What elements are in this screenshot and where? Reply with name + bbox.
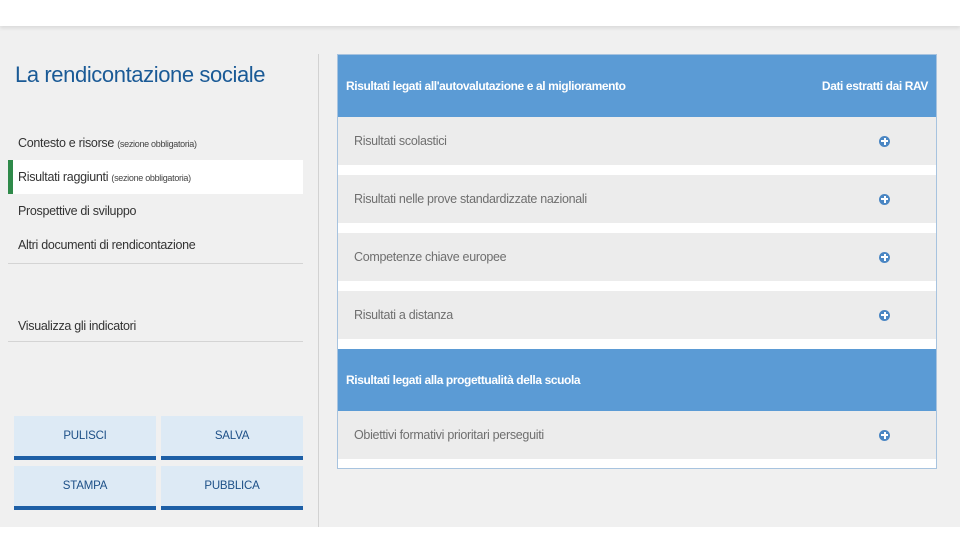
sidebar-item-prospettive[interactable]: Prospettive di sviluppo — [8, 194, 303, 228]
result-label: Risultati nelle prove standardizzate naz… — [354, 192, 587, 206]
column-separator — [318, 54, 319, 527]
plus-circle-icon[interactable] — [879, 135, 890, 147]
result-row-distanza[interactable]: Risultati a distanza — [338, 291, 936, 339]
section-title: Risultati legati alla progettualità dell… — [346, 373, 581, 387]
plus-circle-icon[interactable] — [879, 309, 890, 321]
sidebar-item-note: (sezione obbligatoria) — [111, 173, 191, 183]
pulisci-button[interactable]: PULISCI — [14, 416, 156, 460]
visualizza-indicatori-link[interactable]: Visualizza gli indicatori — [18, 309, 136, 343]
result-row-scolastici[interactable]: Risultati scolastici — [338, 117, 936, 165]
sidebar-item-note: (sezione obbligatoria) — [117, 139, 197, 149]
sidebar-item-label: Contesto e risorse — [18, 136, 115, 150]
result-label: Risultati a distanza — [354, 308, 453, 322]
result-label: Obiettivi formativi prioritari perseguit… — [354, 428, 544, 442]
sidebar-item-contesto[interactable]: Contesto e risorse (sezione obbligatoria… — [8, 126, 303, 160]
plus-circle-icon[interactable] — [879, 429, 890, 441]
section-title: Risultati legati all'autovalutazione e a… — [346, 79, 626, 93]
salva-button[interactable]: SALVA — [161, 416, 303, 460]
pubblica-button[interactable]: PUBBLICA — [161, 466, 303, 510]
sidebar-divider — [8, 341, 303, 342]
section-header-autovalutazione: Risultati legati all'autovalutazione e a… — [338, 55, 936, 117]
section-header-progettualita: Risultati legati alla progettualità dell… — [338, 349, 936, 411]
plus-circle-icon[interactable] — [879, 193, 890, 205]
stampa-button[interactable]: STAMPA — [14, 466, 156, 510]
result-row-prove-standardizzate[interactable]: Risultati nelle prove standardizzate naz… — [338, 175, 936, 223]
sidebar-nav: Contesto e risorse (sezione obbligatoria… — [8, 126, 303, 262]
plus-circle-icon[interactable] — [879, 251, 890, 263]
sidebar-item-altri-documenti[interactable]: Altri documenti di rendicontazione — [8, 228, 303, 262]
results-panel: Risultati legati all'autovalutazione e a… — [337, 54, 937, 469]
result-row-competenze[interactable]: Competenze chiave europee — [338, 233, 936, 281]
page-title: La rendicontazione sociale — [15, 62, 266, 87]
sidebar-divider — [8, 263, 303, 264]
result-label: Risultati scolastici — [354, 134, 447, 148]
sidebar-item-risultati[interactable]: Risultati raggiunti (sezione obbligatori… — [8, 160, 303, 194]
bottom-strip — [0, 527, 960, 540]
top-bar — [0, 0, 960, 26]
sidebar-item-label: Altri documenti di rendicontazione — [18, 238, 196, 252]
result-row-obiettivi-formativi[interactable]: Obiettivi formativi prioritari perseguit… — [338, 411, 936, 459]
sidebar-item-label: Prospettive di sviluppo — [18, 204, 137, 218]
rav-data-label: Dati estratti dai RAV — [821, 79, 928, 93]
result-label: Competenze chiave europee — [354, 250, 507, 264]
sidebar-item-label: Risultati raggiunti — [18, 170, 109, 184]
